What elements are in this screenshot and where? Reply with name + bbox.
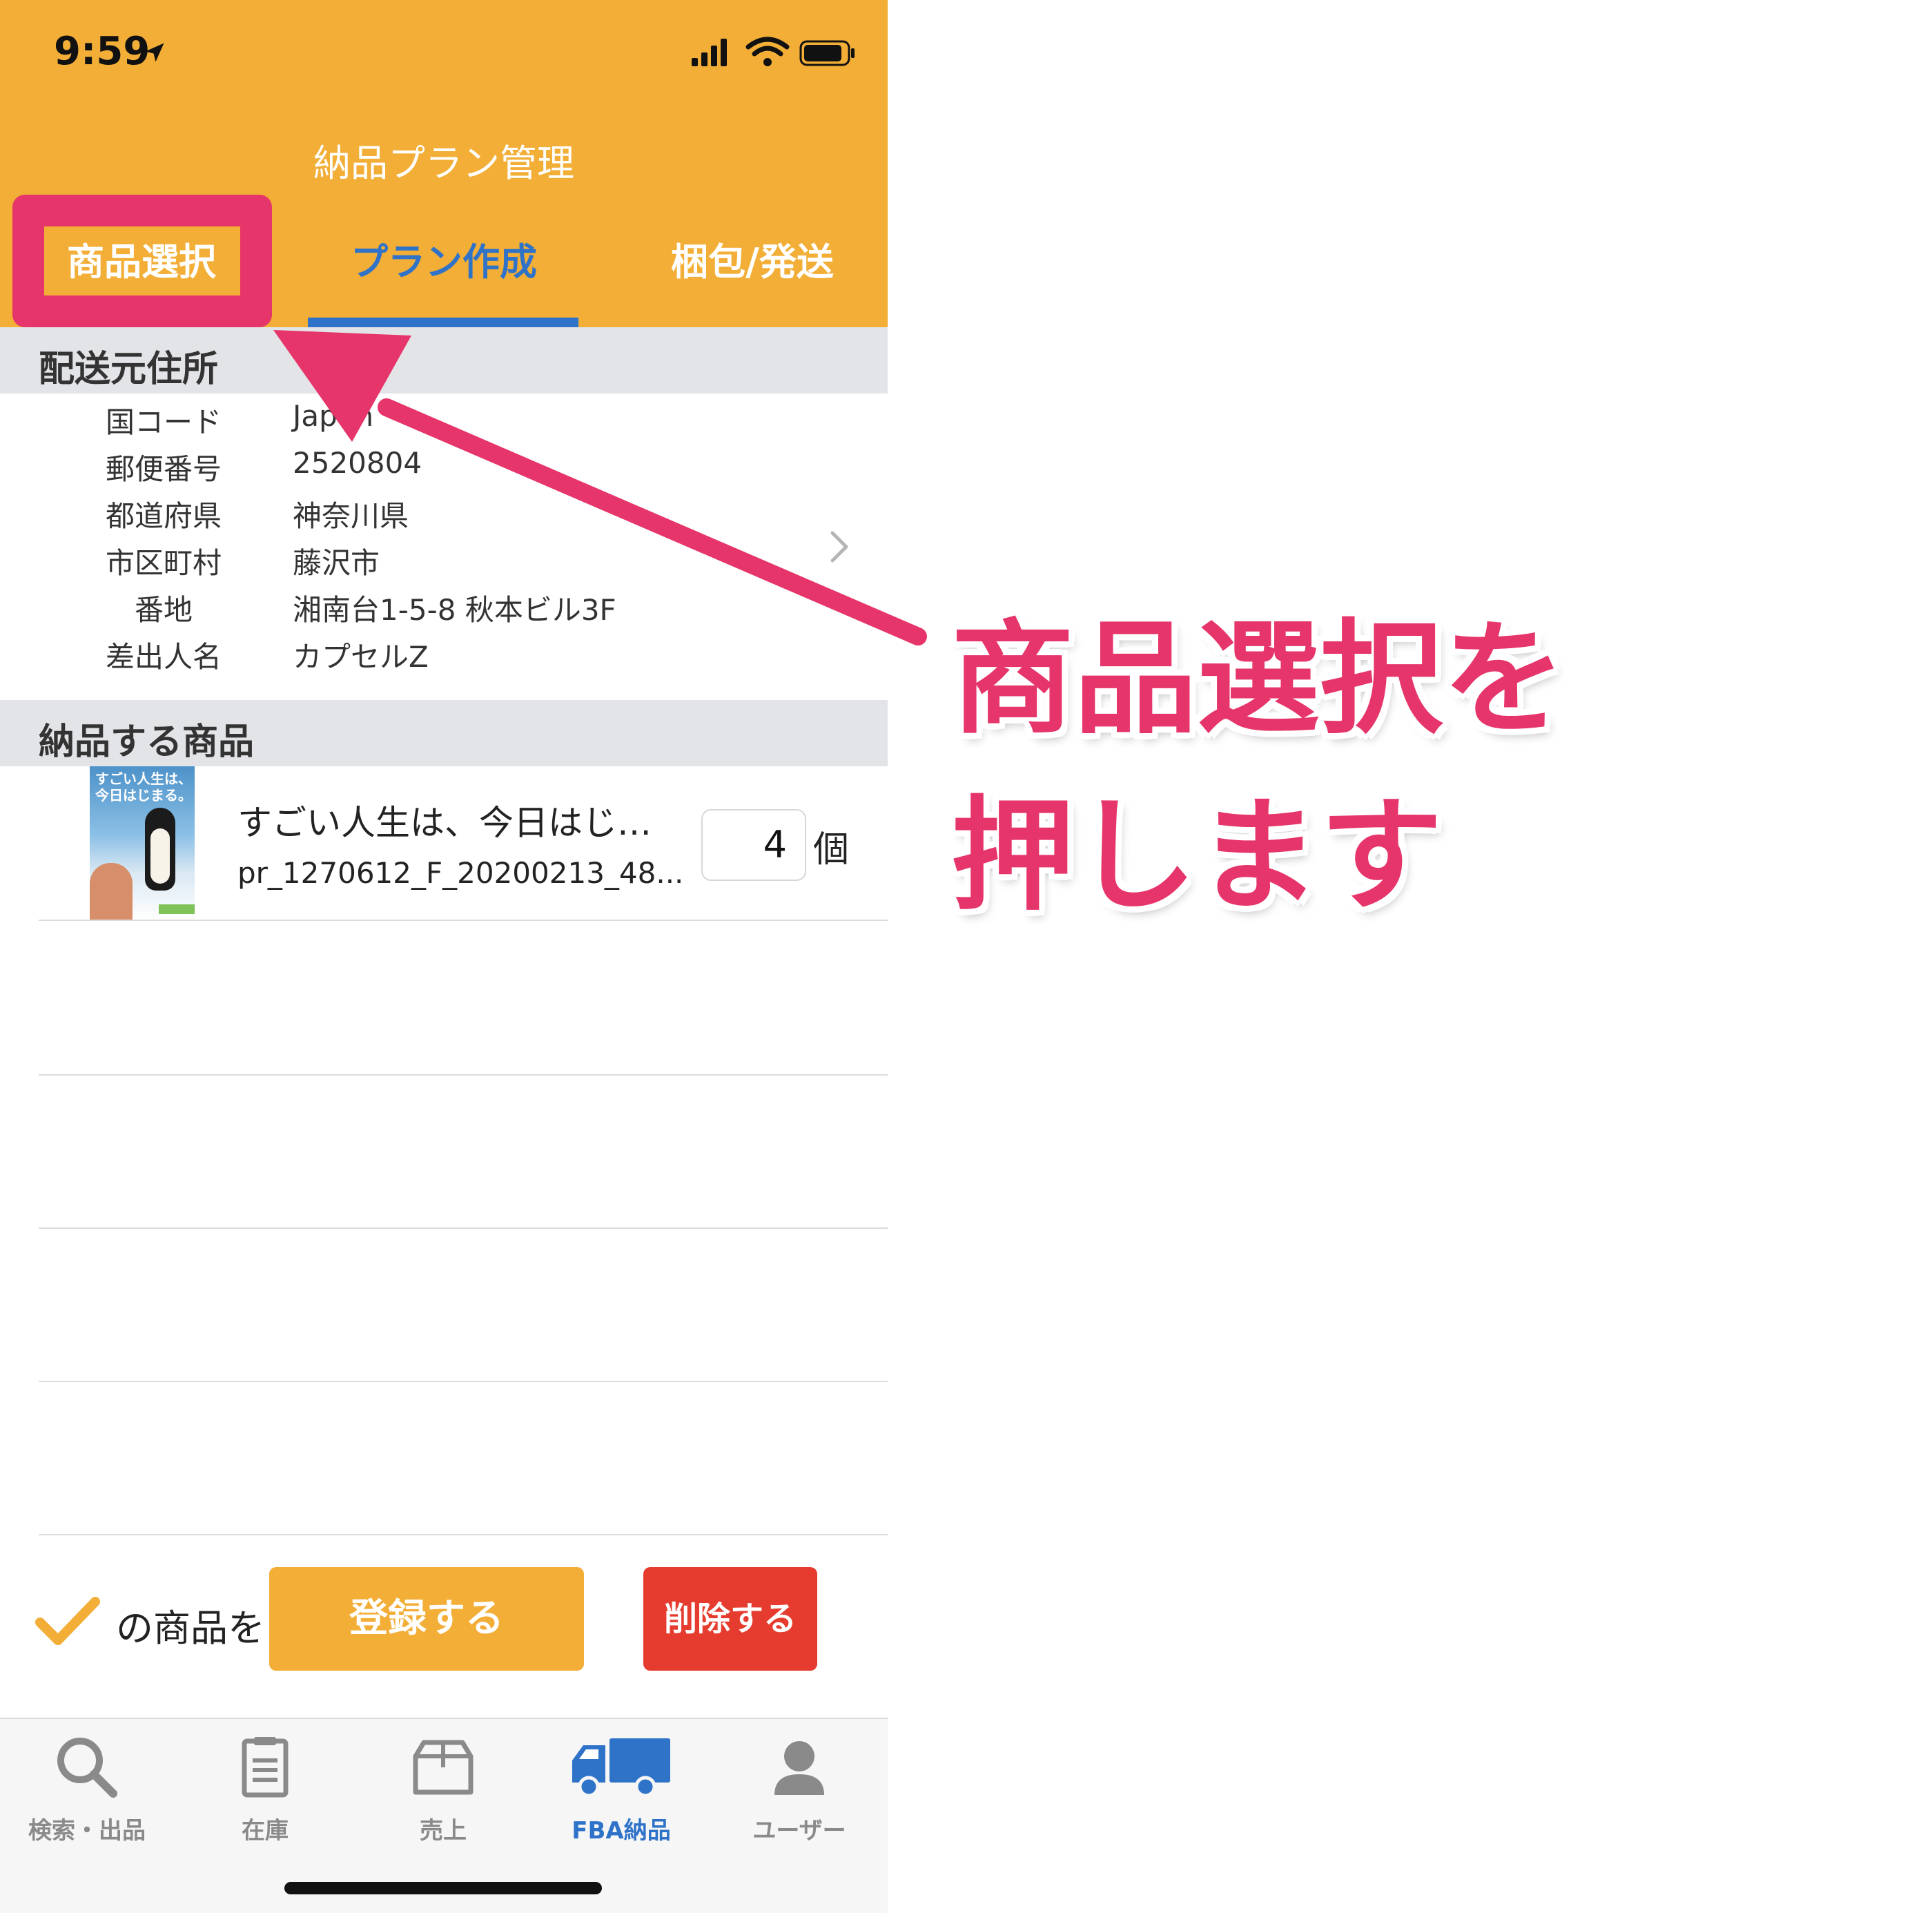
- delete-button[interactable]: 削除する: [643, 1567, 817, 1671]
- address-label: 郵便番号: [105, 452, 222, 486]
- address-label: 差出人名: [105, 640, 222, 674]
- product-thumbnail: すごい人生は、今日はじまる。: [90, 766, 195, 920]
- address-label: 都道府県: [105, 499, 222, 533]
- address-row: 差出人名 カプセルZ: [0, 634, 828, 681]
- wifi-icon: [745, 37, 790, 66]
- penguin-image: [145, 808, 175, 891]
- divider: [39, 1074, 888, 1076]
- tab-pack-ship[interactable]: 梱包/発送: [642, 235, 863, 290]
- user-icon: [774, 1741, 824, 1795]
- signal-icon: [692, 39, 727, 66]
- quantity-unit: 個: [813, 829, 850, 871]
- bulk-action-label: の商品を: [116, 1606, 265, 1650]
- status-icons: [692, 37, 855, 66]
- tabbar-label: 検索・出品: [28, 1817, 146, 1845]
- annotation-highlight-box: [12, 195, 272, 327]
- divider: [39, 1534, 888, 1535]
- active-tab-indicator: [308, 318, 578, 327]
- box-icon: [413, 1740, 474, 1795]
- address-row: 郵便番号 2520804: [0, 446, 828, 493]
- chevron-right-icon[interactable]: [826, 527, 853, 566]
- address-section-title: 配送元住所: [39, 349, 219, 390]
- divider: [39, 1381, 888, 1382]
- address-value: 湘南台1-5-8 秋本ビル3F: [293, 593, 616, 627]
- tabbar-item-fba[interactable]: FBA納品: [552, 1733, 690, 1857]
- address-row: 都道府県 神奈川県: [0, 493, 828, 540]
- address-value: カプセルZ: [293, 640, 429, 674]
- checkmark-icon[interactable]: [35, 1595, 101, 1650]
- tabbar-item-search[interactable]: 検索・出品: [18, 1733, 156, 1857]
- tabbar-label: 在庫: [242, 1817, 289, 1845]
- address-value: 藤沢市: [293, 546, 380, 580]
- tabbar-item-stock[interactable]: 在庫: [196, 1733, 334, 1857]
- product-title: すごい人生は、今日はじ…: [237, 803, 652, 843]
- tabbar-item-sales[interactable]: 売上: [374, 1733, 512, 1857]
- phone-screen: 9:59 納品プラン管理 商品選択 プラン作成 梱包/発送 配送元住所 国コード…: [0, 0, 888, 1913]
- status-time: 9:59: [54, 29, 150, 74]
- tabbar-label: 売上: [420, 1817, 467, 1845]
- address-row: 国コード Japan: [0, 399, 828, 446]
- clipboard-icon: [242, 1737, 289, 1798]
- truck-icon: [572, 1738, 670, 1798]
- tabbar-item-user[interactable]: ユーザー: [730, 1733, 868, 1857]
- list-item[interactable]: すごい人生は、今日はじまる。 すごい人生は、今日はじ… pr_1270612_F…: [39, 766, 888, 921]
- tab-plan-create[interactable]: プラン作成: [309, 235, 578, 290]
- address-value: 神奈川県: [293, 499, 409, 533]
- search-icon: [57, 1738, 117, 1798]
- address-label: 市区町村: [105, 546, 222, 580]
- home-indicator: [284, 1882, 602, 1894]
- register-button[interactable]: 登録する: [269, 1567, 584, 1671]
- thumbnail-title: すごい人生は、今日はじまる。: [95, 770, 192, 804]
- portrait-image: [90, 863, 133, 920]
- quantity-input[interactable]: 4: [701, 809, 806, 881]
- address-label: 番地: [134, 593, 193, 627]
- annotation-callout-line2: 押します: [951, 784, 1443, 927]
- tabbar-label: FBA納品: [572, 1817, 671, 1845]
- items-section-header: 納品する商品: [0, 700, 888, 766]
- divider: [39, 1227, 888, 1229]
- annotation-callout-line1: 商品選択を: [951, 608, 1565, 750]
- location-arrow-icon: [145, 43, 164, 62]
- address-row: 番地 湘南台1-5-8 秋本ビル3F: [0, 587, 828, 634]
- product-sku: pr_1270612_F_20200213_48...: [237, 856, 684, 890]
- address-value: 2520804: [293, 446, 422, 480]
- items-section-title: 納品する商品: [39, 721, 255, 763]
- page-title: 納品プラン管理: [313, 142, 574, 185]
- address-value: Japan: [293, 399, 374, 433]
- battery-icon: [799, 40, 855, 66]
- address-section-header: 配送元住所: [0, 327, 888, 394]
- cover-band: [159, 904, 195, 914]
- address-row: 市区町村 藤沢市: [0, 540, 828, 587]
- tabbar-label: ユーザー: [752, 1817, 846, 1845]
- address-label: 国コード: [105, 405, 222, 439]
